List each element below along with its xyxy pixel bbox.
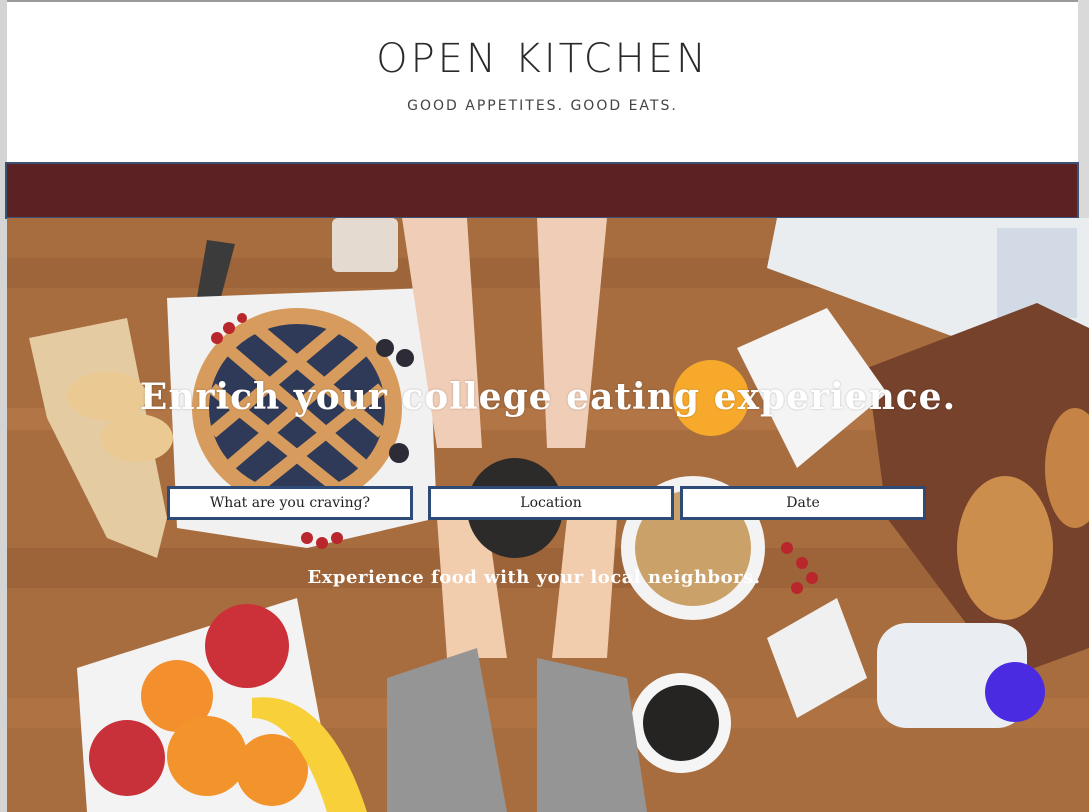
site-tagline: GOOD APPETITES. GOOD EATS.: [407, 98, 678, 114]
site-logo[interactable]: OPEN KITCHEN: [7, 36, 1078, 82]
location-input[interactable]: [428, 486, 674, 520]
hero-subtext: Experience food with your local neighbor…: [307, 567, 761, 588]
site-header: OPEN KITCHEN GOOD APPETITES. GOOD EATS.: [7, 2, 1078, 162]
nav-bar: [5, 162, 1079, 219]
window-left-edge: [0, 0, 7, 812]
window-right-edge: [1078, 0, 1089, 220]
hero-section: Enrich your college eating experience. E…: [7, 218, 1089, 812]
date-input[interactable]: [680, 486, 926, 520]
hero-headline: Enrich your college eating experience.: [139, 376, 957, 418]
craving-search-input[interactable]: [167, 486, 413, 520]
